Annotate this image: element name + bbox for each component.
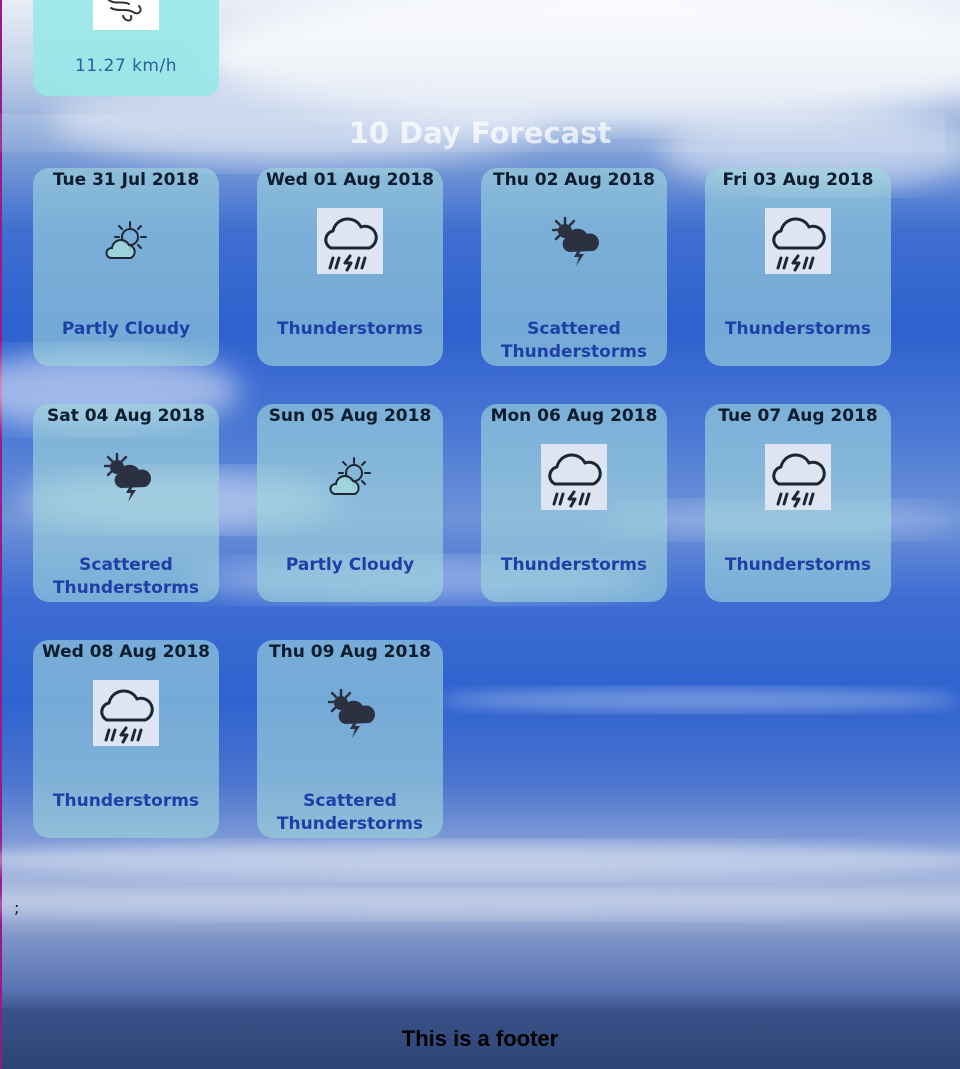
wind-card: 11.27 km/h	[33, 0, 219, 96]
scattered-thunderstorms-icon	[317, 680, 383, 746]
forecast-condition: Thunderstorms	[724, 319, 872, 339]
forecast-card: Thu 09 Aug 2018 Scattered Thunderstorms	[257, 640, 443, 838]
thunderstorm-icon	[93, 680, 159, 746]
forecast-date: Mon 06 Aug 2018	[490, 406, 658, 426]
forecast-card: Thu 02 Aug 2018 Scattered Thunderstorms	[481, 168, 667, 366]
thunderstorm-icon	[765, 208, 831, 274]
forecast-date: Sat 04 Aug 2018	[47, 406, 205, 426]
forecast-card: Tue 07 Aug 2018 Thunderstorms	[705, 404, 891, 602]
forecast-card: Tue 31 Jul 2018 Partly Cloudy	[33, 168, 219, 366]
forecast-condition: Thunderstorms	[500, 555, 648, 575]
forecast-date: Wed 08 Aug 2018	[42, 642, 210, 662]
scattered-thunderstorms-icon	[93, 444, 159, 510]
forecast-condition: Scattered Thunderstorms	[500, 319, 648, 362]
stray-text: ;	[14, 898, 20, 917]
forecast-condition: Scattered Thunderstorms	[276, 791, 424, 834]
forecast-date: Fri 03 Aug 2018	[722, 170, 874, 190]
forecast-date: Sun 05 Aug 2018	[268, 406, 432, 426]
forecast-date: Thu 02 Aug 2018	[493, 170, 655, 190]
forecast-title: 10 Day Forecast	[348, 116, 612, 150]
forecast-card: Sun 05 Aug 2018 Partly Cloudy	[257, 404, 443, 602]
footer-text: This is a footer	[401, 1026, 559, 1051]
forecast-condition: Thunderstorms	[52, 791, 200, 811]
forecast-card: Wed 01 Aug 2018 Thunderstorms	[257, 168, 443, 366]
forecast-date: Wed 01 Aug 2018	[266, 170, 434, 190]
forecast-condition: Thunderstorms	[724, 555, 872, 575]
forecast-date: Tue 07 Aug 2018	[718, 406, 878, 426]
thunderstorm-icon	[765, 444, 831, 510]
forecast-condition: Partly Cloudy	[61, 319, 191, 339]
forecast-condition: Scattered Thunderstorms	[52, 555, 200, 598]
forecast-card: Sat 04 Aug 2018 Scattered Thunderstorms	[33, 404, 219, 602]
wind-speed: 11.27 km/h	[75, 56, 177, 76]
thunderstorm-icon	[317, 208, 383, 274]
thunderstorm-icon	[541, 444, 607, 510]
wind-icon	[93, 0, 159, 30]
partly-cloudy-icon	[317, 444, 383, 510]
forecast-card: Mon 06 Aug 2018 Thunderstorms	[481, 404, 667, 602]
page-left-border	[0, 0, 2, 1069]
partly-cloudy-icon	[93, 208, 159, 274]
forecast-card: Wed 08 Aug 2018 Thunderstorms	[33, 640, 219, 838]
forecast-date: Tue 31 Jul 2018	[52, 170, 200, 190]
forecast-condition: Partly Cloudy	[285, 555, 415, 575]
forecast-condition: Thunderstorms	[276, 319, 424, 339]
forecast-card: Fri 03 Aug 2018 Thunderstorms	[705, 168, 891, 366]
forecast-date: Thu 09 Aug 2018	[269, 642, 431, 662]
scattered-thunderstorms-icon	[541, 208, 607, 274]
